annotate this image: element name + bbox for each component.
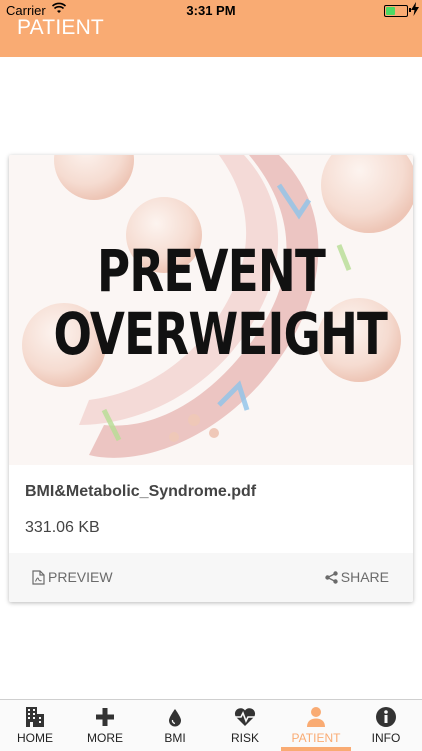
tab-bmi-label: BMI — [164, 731, 186, 745]
drop-icon — [169, 709, 181, 727]
battery-icon — [384, 5, 408, 17]
file-name: BMI&Metabolic_Syndrome.pdf — [25, 483, 257, 500]
preview-button[interactable]: PREVIEW — [32, 569, 113, 585]
tab-info-label: INFO — [371, 731, 401, 745]
pdf-file-icon — [32, 569, 45, 585]
page-title: PATIENT — [17, 16, 104, 39]
file-size: 331.06 KB — [25, 519, 100, 536]
thumbnail-title-line2: OVERWEIGHT — [53, 300, 388, 368]
tab-more-label: MORE — [87, 731, 123, 745]
share-label: SHARE — [340, 569, 389, 585]
tab-info[interactable]: INFO — [351, 700, 421, 751]
info-icon — [376, 707, 396, 727]
tab-home-label: HOME — [17, 731, 53, 745]
document-thumbnail[interactable]: PREVENT OVERWEIGHT — [9, 155, 413, 465]
share-icon — [325, 570, 338, 584]
tab-bmi[interactable]: BMI — [140, 700, 210, 751]
share-button[interactable]: SHARE — [325, 569, 389, 585]
plus-icon — [96, 708, 114, 726]
document-card: PREVENT OVERWEIGHT BMI&Metabolic_Syndrom… — [9, 155, 413, 602]
card-actions: PREVIEW SHARE — [9, 553, 413, 602]
heartbeat-icon — [234, 708, 256, 726]
tab-risk[interactable]: RISK — [210, 700, 280, 751]
tab-bar: HOME MORE BMI RISK PATIENT INFO — [0, 699, 422, 751]
tab-patient-label: PATIENT — [291, 731, 341, 745]
preview-label: PREVIEW — [48, 569, 113, 585]
charging-icon — [411, 2, 419, 16]
tab-more[interactable]: MORE — [70, 700, 140, 751]
tab-risk-label: RISK — [230, 731, 259, 745]
person-icon — [307, 707, 325, 727]
tab-home[interactable]: HOME — [0, 700, 70, 751]
thumbnail-title-line1: PREVENT — [96, 237, 326, 305]
building-icon — [26, 707, 44, 727]
app-header: Carrier 3:31 PM PATIENT — [0, 0, 422, 57]
tab-patient[interactable]: PATIENT — [281, 700, 351, 751]
